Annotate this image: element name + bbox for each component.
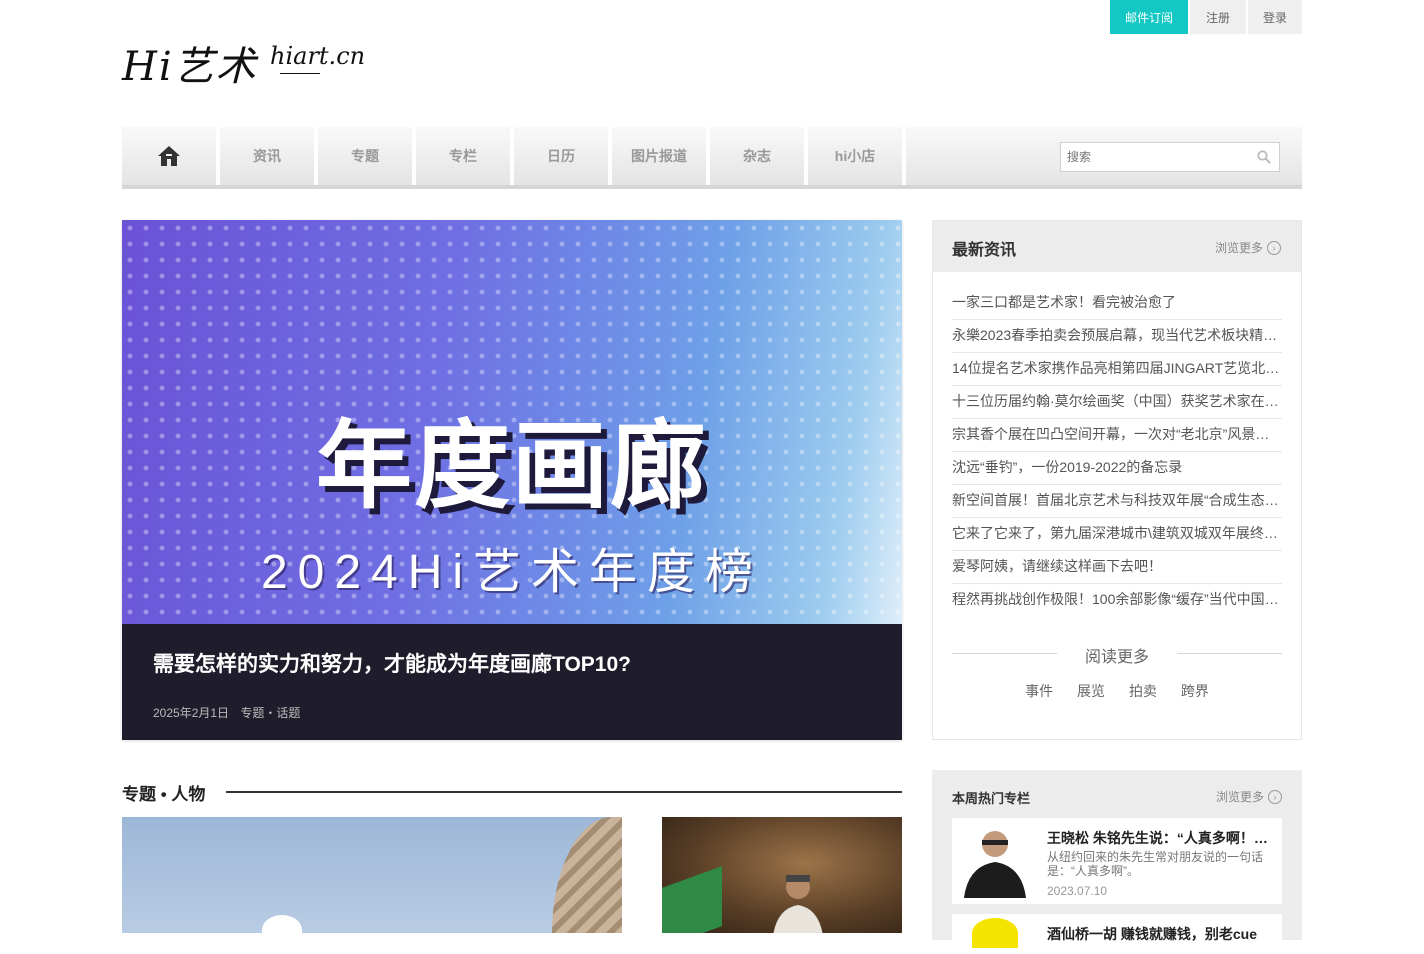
logo-underline xyxy=(280,73,320,74)
home-icon xyxy=(158,146,180,166)
search-input[interactable] xyxy=(1061,143,1253,171)
section-title: 专题 • 人物 xyxy=(122,785,206,804)
site-logo[interactable]: Hi艺术 hiart.cn xyxy=(122,30,366,100)
tag-crossover[interactable]: 跨界 xyxy=(1181,683,1209,699)
top-links: 邮件订阅 注册 登录 xyxy=(1110,0,1302,34)
hero-category[interactable]: 专题・话题 xyxy=(240,706,300,720)
register-link[interactable]: 注册 xyxy=(1190,0,1246,34)
nav-topics[interactable]: 专题 xyxy=(318,127,416,185)
chevron-right-icon: › xyxy=(1268,789,1282,804)
hero-date: 2025年2月1日 xyxy=(153,706,230,720)
news-item[interactable]: 永樂2023春季拍卖会预展启幕，现当代艺术板块精… xyxy=(952,320,1282,353)
hot-columns-panel: 本周热门专栏 浏览更多 › 王晓松 朱铭先生说：“人真多啊！… 从纽约回来的朱先… xyxy=(932,770,1302,954)
nav-news[interactable]: 资讯 xyxy=(220,127,318,185)
hero-headline[interactable]: 需要怎样的实力和努力，才能成为年度画廊TOP10? xyxy=(153,648,631,678)
hot-more-link[interactable]: 浏览更多 › xyxy=(1216,788,1282,805)
latest-news-list: 一家三口都是艺术家！看完被治愈了 永樂2023春季拍卖会预展启幕，现当代艺术板块… xyxy=(952,287,1282,616)
section-divider xyxy=(226,791,902,793)
category-tags: 事件 展览 拍卖 跨界 xyxy=(933,681,1301,701)
read-more-divider: 阅读更多 xyxy=(952,643,1282,666)
search-box xyxy=(1060,142,1280,172)
news-item[interactable]: 程然再挑战创作极限！100余部影像“缓存”当代中国… xyxy=(952,584,1282,616)
news-item[interactable]: 它来了它来了，第九届深港城市\建筑双城双年展终… xyxy=(952,518,1282,551)
nav-home[interactable] xyxy=(122,127,220,185)
divider-line-right xyxy=(1177,653,1282,654)
chevron-right-icon: › xyxy=(1267,240,1281,255)
column-card[interactable]: 王晓松 朱铭先生说：“人真多啊！… 从纽约回来的朱先生常对朋友说的一句话是：“人… xyxy=(952,818,1282,904)
feature-thumbnail-2[interactable] xyxy=(662,817,902,933)
hero-image-title: 年度画廊 xyxy=(316,410,708,522)
hero-banner[interactable]: 年度画廊 2024Hi艺术年度榜 需要怎样的实力和努力，才能成为年度画廊TOP1… xyxy=(122,220,902,740)
hero-caption: 需要怎样的实力和努力，才能成为年度画廊TOP10? 2025年2月1日 专题・话… xyxy=(122,624,902,740)
login-link[interactable]: 登录 xyxy=(1248,0,1302,34)
latest-news-header: 最新资讯 浏览更多 › xyxy=(933,221,1301,272)
feature-thumbnail-1[interactable] xyxy=(122,817,622,933)
column-card-title[interactable]: 酒仙桥一胡 赚钱就赚钱，别老cue xyxy=(1047,924,1257,944)
hero-meta: 2025年2月1日 专题・话题 xyxy=(153,704,308,721)
author-avatar xyxy=(952,818,1038,904)
nav-magazine[interactable]: 杂志 xyxy=(710,127,808,185)
nav-shop[interactable]: hi小店 xyxy=(808,127,906,185)
column-card-desc: 从纽约回来的朱先生常对朋友说的一句话是：“人真多啊”。 xyxy=(1047,850,1264,878)
news-item[interactable]: 宗其香个展在凹凸空间开幕，一次对“老北京”风景… xyxy=(952,419,1282,452)
search-icon[interactable] xyxy=(1257,150,1271,164)
author-avatar xyxy=(972,918,1018,948)
latest-news-title: 最新资讯 xyxy=(952,242,1017,259)
nav-columns[interactable]: 专栏 xyxy=(416,127,514,185)
news-item[interactable]: 爱琴阿姨，请继续这样画下去吧！ xyxy=(952,551,1282,584)
tag-exhibitions[interactable]: 展览 xyxy=(1077,683,1105,699)
logo-domain: hiart.cn xyxy=(270,42,366,70)
subscribe-link[interactable]: 邮件订阅 xyxy=(1110,0,1188,34)
column-card-title[interactable]: 王晓松 朱铭先生说：“人真多啊！… xyxy=(1047,828,1275,848)
tag-events[interactable]: 事件 xyxy=(1025,683,1053,699)
latest-news-panel: 最新资讯 浏览更多 › 一家三口都是艺术家！看完被治愈了 永樂2023春季拍卖会… xyxy=(932,220,1302,740)
nav-photo-report[interactable]: 图片报道 xyxy=(612,127,710,185)
hot-more-label: 浏览更多 xyxy=(1215,790,1264,804)
news-item[interactable]: 14位提名艺术家携作品亮相第四届JINGART艺览北… xyxy=(952,353,1282,386)
read-more-label: 阅读更多 xyxy=(1084,649,1149,666)
news-item[interactable]: 沈远“垂钓”，一份2019-2022的备忘录 xyxy=(952,452,1282,485)
rope-shape xyxy=(552,817,622,933)
main-nav: 资讯 专题 专栏 日历 图片报道 杂志 hi小店 xyxy=(122,127,1302,189)
hero-image-subtitle: 2024Hi艺术年度榜 xyxy=(260,546,764,599)
news-item[interactable]: 新空间首展！首届北京艺术与科技双年展“合成生态… xyxy=(952,485,1282,518)
latest-more-label: 浏览更多 xyxy=(1214,241,1263,255)
column-card[interactable]: 酒仙桥一胡 赚钱就赚钱，别老cue xyxy=(952,914,1282,954)
column-card-date: 2023.07.10 xyxy=(1047,884,1108,898)
logo-mark: Hi艺术 xyxy=(122,44,258,90)
green-shape xyxy=(662,866,722,933)
latest-more-link[interactable]: 浏览更多 › xyxy=(1215,239,1281,256)
news-item[interactable]: 一家三口都是艺术家！看完被治愈了 xyxy=(952,287,1282,320)
hot-columns-title: 本周热门专栏 xyxy=(952,791,1031,806)
nav-calendar[interactable]: 日历 xyxy=(514,127,612,185)
person-figure-icon xyxy=(773,875,823,933)
white-figure-shape xyxy=(262,915,302,933)
tag-auctions[interactable]: 拍卖 xyxy=(1129,683,1157,699)
news-item[interactable]: 十三位历届约翰·莫尔绘画奖（中国）获奖艺术家在… xyxy=(952,386,1282,419)
